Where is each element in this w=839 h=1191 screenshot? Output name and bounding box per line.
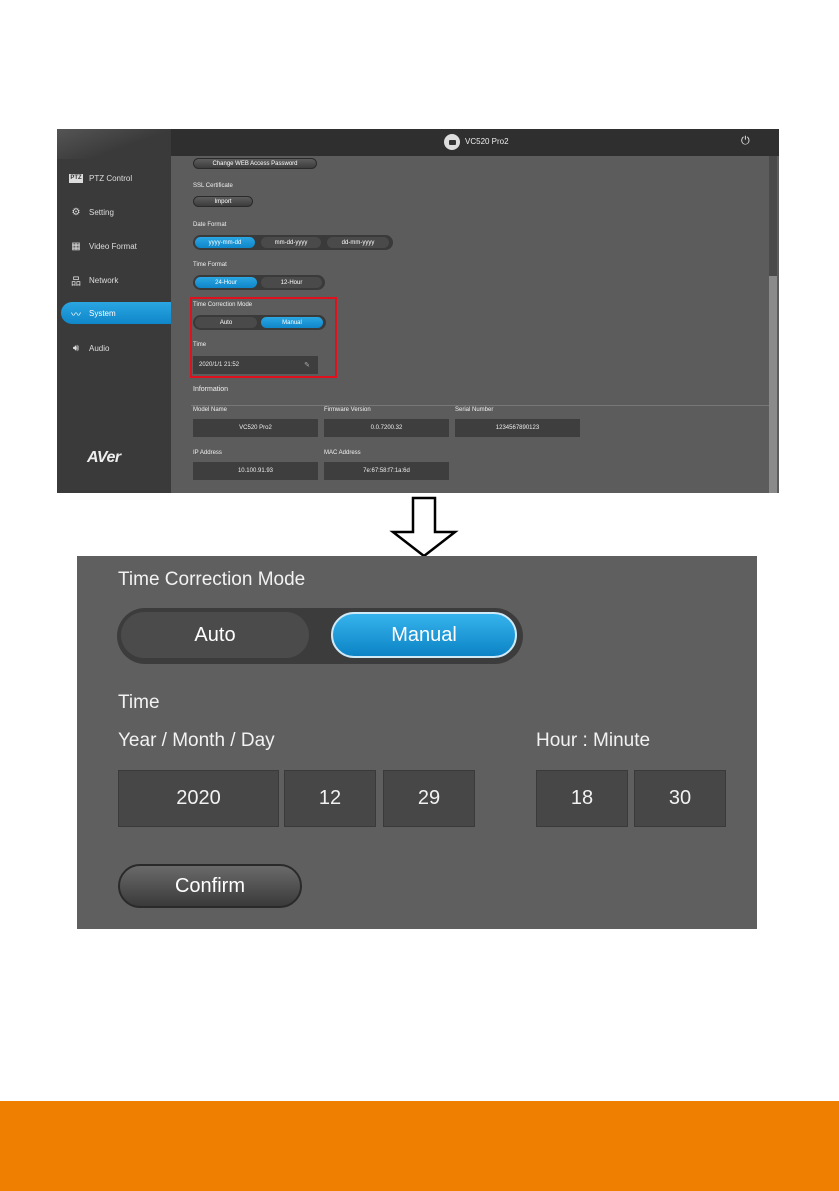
sidebar-item-label: Setting [89,207,114,217]
zoom-time-label: Time [118,692,160,713]
aver-logo: AVer [87,449,121,466]
change-password-button[interactable]: Change WEB Access Password [193,158,317,169]
sidebar-item-network[interactable]: 品 Network [57,269,171,291]
date-format-option[interactable]: yyyy-mm-dd [195,237,255,248]
model-name-label: Model Name [193,407,228,413]
sidebar-item-system[interactable]: 〰 System [61,302,171,324]
sidebar-item-label: Audio [89,343,110,353]
time-format-option[interactable]: 24-Hour [195,277,257,288]
sidebar-item-video-format[interactable]: ▦ Video Format [57,235,171,257]
network-icon: 品 [71,276,81,288]
speaker-icon: 🔊︎ [72,342,80,354]
day-input[interactable]: 29 [383,770,475,827]
zoom-manual-button[interactable]: Manual [331,612,517,658]
firmware-value: 0.0.7200.32 [324,419,449,437]
ip-label: IP Address [193,450,222,456]
scrollbar[interactable] [769,156,777,493]
gear-icon: ⚙ [71,206,81,218]
scrollbar-thumb[interactable] [769,276,777,493]
zoom-auto-button[interactable]: Auto [121,612,309,658]
mac-value: 7e:67:58:f7:1a:6d [324,462,449,480]
time-format-label: Time Format [193,262,227,268]
sidebar-item-label: Network [89,275,119,285]
device-name: VC520 Pro2 [465,137,509,146]
date-format-option[interactable]: mm-dd-yyyy [261,237,321,248]
sidebar-item-label: PTZ Control [89,173,133,183]
camera-icon [444,134,460,150]
date-label: Year / Month / Day [118,730,275,751]
highlight-box [190,297,337,378]
ip-value: 10.100.91.93 [193,462,318,480]
month-input[interactable]: 12 [284,770,376,827]
date-format-label: Date Format [193,222,227,228]
footer-bar [0,1101,839,1191]
date-format-selector: yyyy-mm-dd mm-dd-yyyy dd-mm-yyyy [193,235,393,250]
pulse-icon: 〰 [71,309,81,321]
information-title: Information [193,386,229,393]
down-arrow-icon [389,496,459,558]
year-input[interactable]: 2020 [118,770,279,827]
import-button[interactable]: Import [193,196,253,207]
ssl-label: SSL Certificate [193,183,233,189]
logout-icon[interactable]: ⏻ [741,135,750,148]
ptz-icon: PTZ [69,173,83,183]
sidebar-item-label: Video Format [89,241,137,251]
zoomed-time-panel: Time Correction Mode Auto Manual Time Ye… [77,556,757,929]
firmware-label: Firmware Version [324,407,371,413]
top-bar: VC520 Pro2 ⏻ [171,129,779,156]
zoom-mode-selector: Auto Manual [117,608,523,664]
sidebar-item-label: System [89,308,116,318]
date-format-option[interactable]: dd-mm-yyyy [327,237,389,248]
hour-input[interactable]: 18 [536,770,628,827]
clock-label: Hour : Minute [536,730,651,751]
web-ui-screenshot: PTZ PTZ Control ⚙ Setting ▦ Video Format… [57,129,779,493]
sidebar-item-setting[interactable]: ⚙ Setting [57,201,171,223]
confirm-button[interactable]: Confirm [118,864,302,908]
zoom-mode-label: Time Correction Mode [118,569,306,590]
mac-label: MAC Address [324,450,361,456]
sidebar-item-ptz-control[interactable]: PTZ PTZ Control [57,167,171,189]
serial-label: Serial Number [455,407,494,413]
divider [191,405,769,406]
model-name-value: VC520 Pro2 [193,419,318,437]
sidebar-item-audio[interactable]: 🔊︎ Audio [57,337,171,359]
time-format-selector: 24-Hour 12-Hour [193,275,325,290]
serial-value: 1234567890123 [455,419,580,437]
minute-input[interactable]: 30 [634,770,726,827]
system-settings-panel: Change WEB Access Password SSL Certifica… [171,156,769,493]
sidebar: PTZ PTZ Control ⚙ Setting ▦ Video Format… [57,129,171,493]
film-icon: ▦ [71,240,81,252]
time-format-option[interactable]: 12-Hour [261,277,322,288]
